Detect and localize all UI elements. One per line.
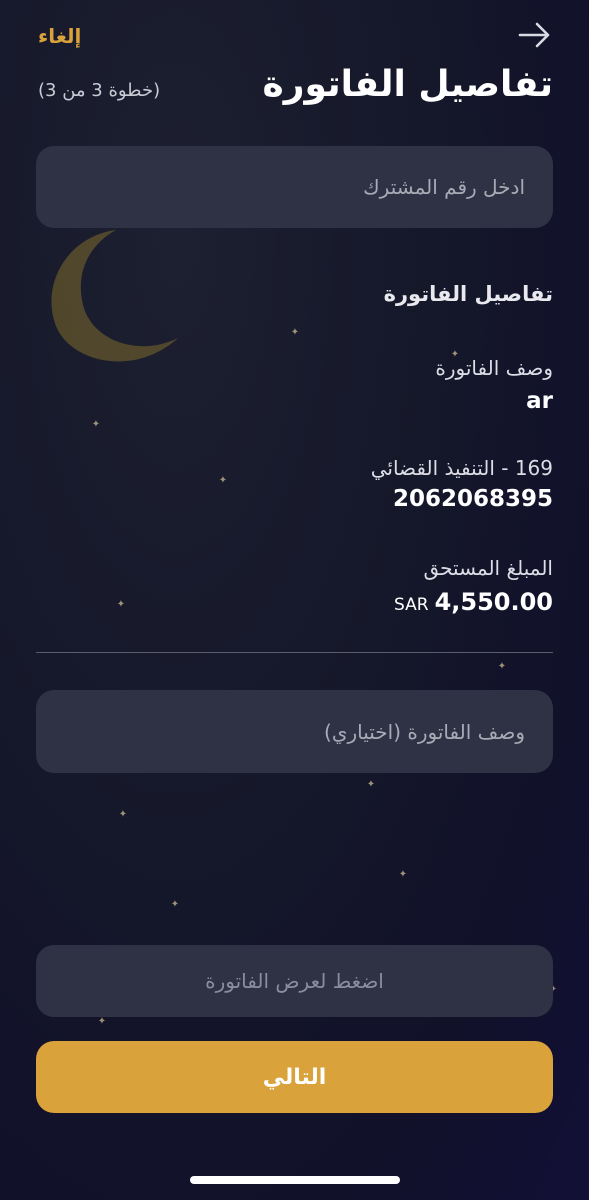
- star-icon: ✦: [91, 419, 101, 430]
- divider: [36, 652, 553, 653]
- star-icon: ✦: [290, 327, 300, 338]
- star-icon: ✦: [170, 899, 180, 910]
- star-icon: ✦: [97, 1016, 107, 1027]
- view-bill-button[interactable]: اضغط لعرض الفاتورة: [36, 945, 553, 1017]
- next-button[interactable]: التالي: [36, 1041, 553, 1113]
- star-icon: ✦: [398, 869, 408, 880]
- star-icon: ✦: [497, 661, 507, 672]
- bill-description-input[interactable]: وصف الفاتورة (اختياري): [36, 690, 553, 773]
- service-label: 169 - التنفيذ القضائي: [370, 456, 553, 480]
- crescent-moon-icon: [51, 230, 178, 362]
- amount-due-label: المبلغ المستحق: [423, 556, 553, 580]
- bill-description-value: ar: [526, 388, 553, 414]
- view-bill-label: اضغط لعرض الفاتورة: [205, 969, 384, 993]
- cancel-button[interactable]: إلغاء: [38, 24, 81, 48]
- star-icon: ✦: [218, 475, 228, 486]
- subscriber-number-field[interactable]: ادخل رقم المشترك: [36, 146, 553, 228]
- home-indicator: [190, 1176, 400, 1184]
- subscriber-number-placeholder: ادخل رقم المشترك: [363, 175, 525, 199]
- bill-description-placeholder: وصف الفاتورة (اختياري): [324, 719, 525, 744]
- arrow-right-icon[interactable]: [517, 20, 553, 50]
- bill-details-screen: ✦ ✦ ✦ ✦ ✦ ✦ ✦ ✦ ✦ ✦ ✦ ✦ إلغاء تفاصيل الف…: [0, 0, 589, 1200]
- star-icon: ✦: [366, 779, 376, 790]
- page-title: تفاصيل الفاتورة: [262, 64, 553, 105]
- amount-due-value: 4,550.00: [434, 588, 553, 616]
- currency-code: SAR: [394, 595, 429, 615]
- bill-details-heading: تفاصيل الفاتورة: [383, 282, 553, 306]
- star-icon: ✦: [116, 599, 126, 610]
- bill-description-label: وصف الفاتورة: [435, 356, 553, 380]
- star-icon: ✦: [118, 809, 128, 820]
- step-indicator: (خطوة 3 من 3): [38, 80, 161, 101]
- amount-due-row: SAR 4,550.00: [394, 588, 553, 616]
- service-number-value: 2062068395: [392, 486, 553, 512]
